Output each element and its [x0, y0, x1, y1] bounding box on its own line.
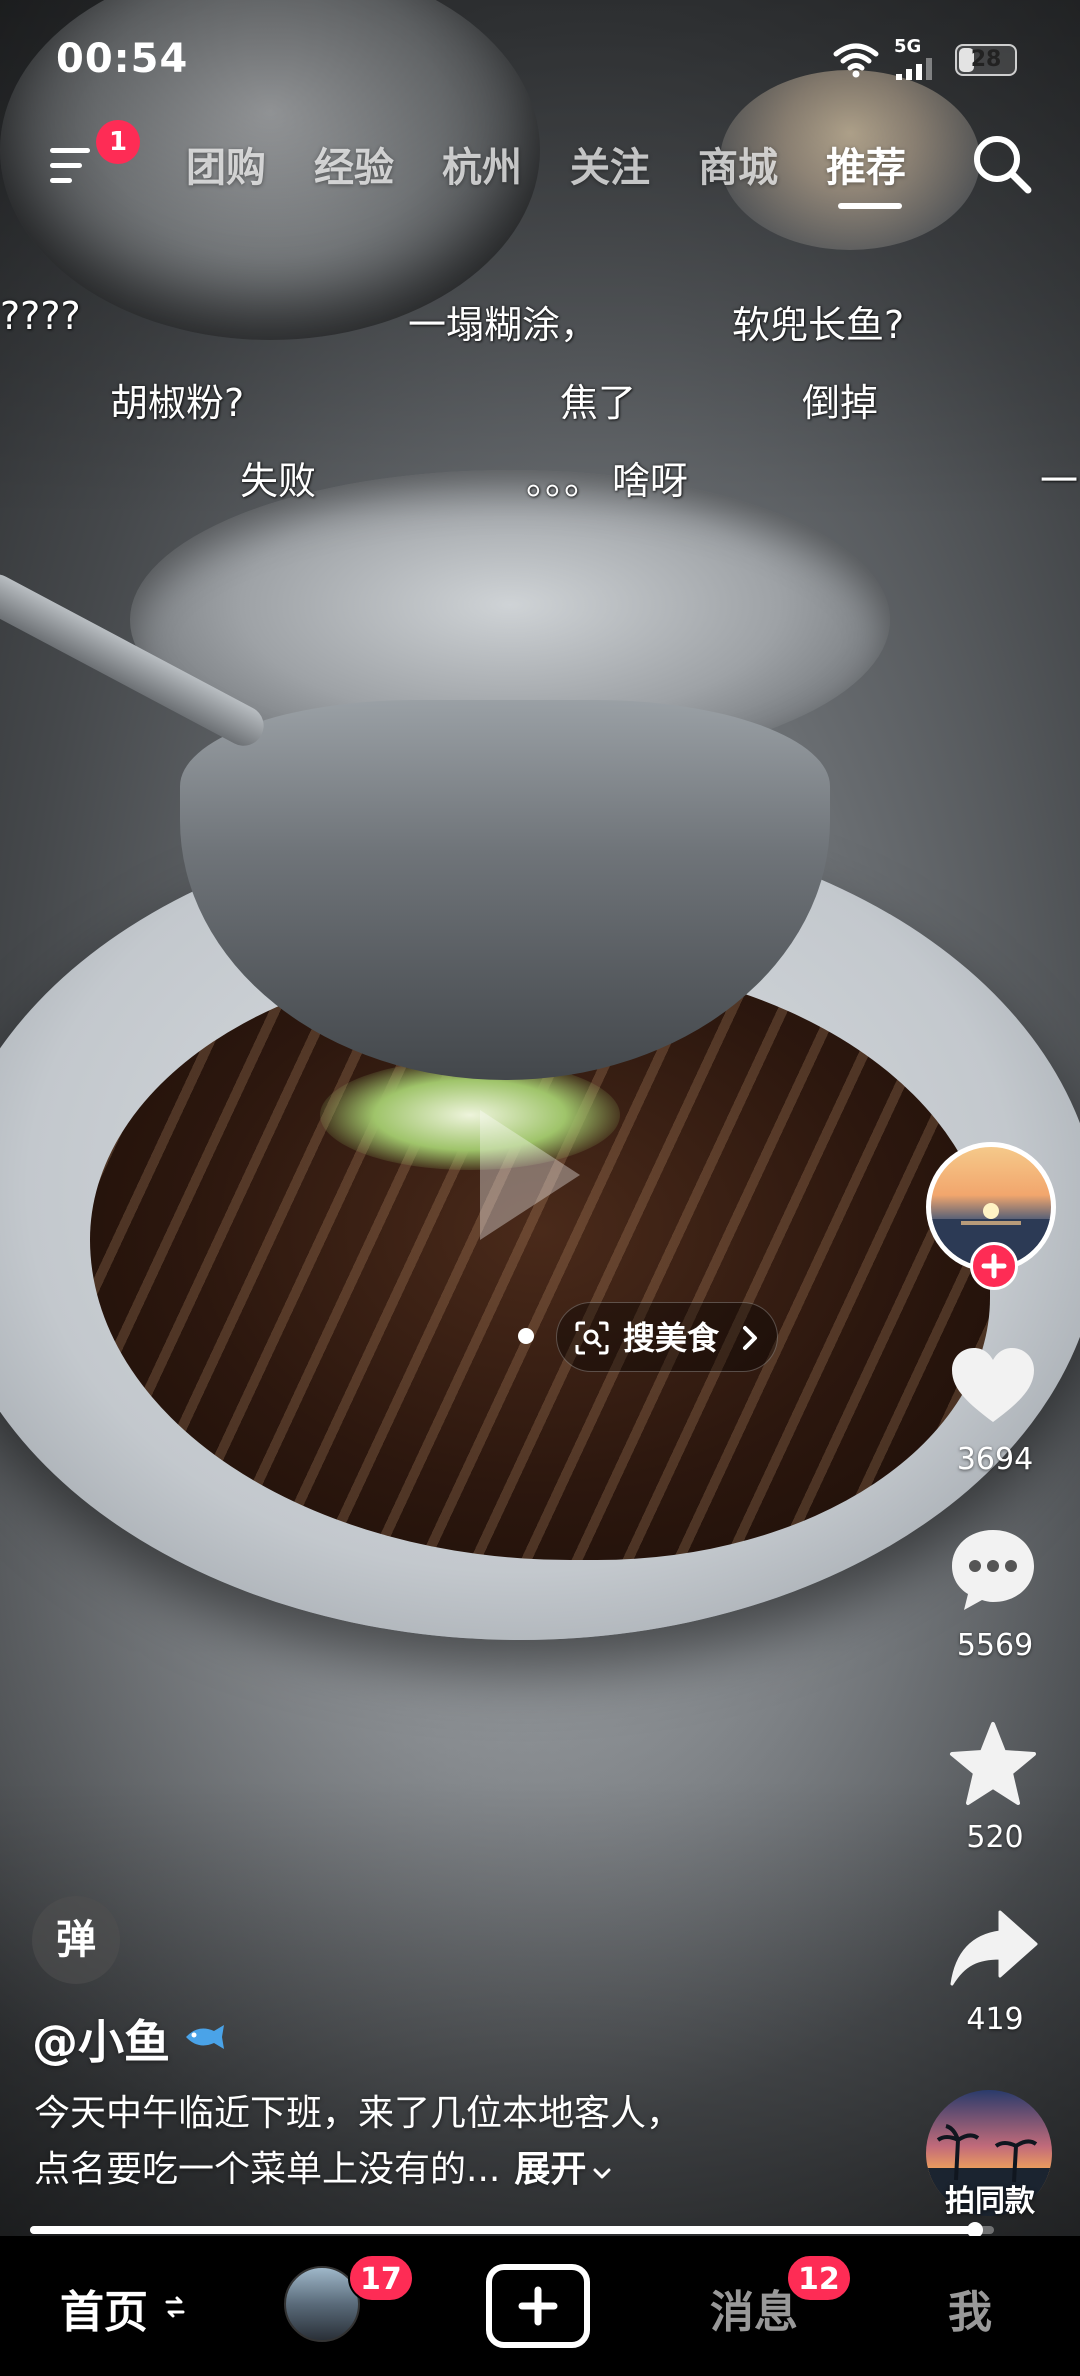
tab-experience[interactable]: 经验: [314, 140, 394, 196]
danmaku-comment: 倒掉: [802, 381, 879, 425]
switch-icon[interactable]: [164, 2294, 186, 2320]
caption-line-2-text: 点名要吃一个菜单上没有的...: [34, 2149, 501, 2190]
danmaku-comment: 胡椒粉?: [110, 381, 245, 425]
video-caption[interactable]: 今天中午临近下班，来了几位本地客人， 点名要吃一个菜单上没有的... 展开: [34, 2086, 834, 2198]
comment-icon[interactable]: [946, 1522, 1040, 1616]
battery-level: 28: [970, 47, 1002, 72]
messages-badge: 12: [786, 2254, 852, 2302]
play-icon[interactable]: [470, 1100, 590, 1250]
create-button[interactable]: [486, 2264, 590, 2348]
caption-line-1: 今天中午临近下班，来了几位本地客人，: [34, 2093, 683, 2134]
author-row: @小鱼: [32, 2006, 224, 2070]
search-food-label: 搜美食: [623, 1319, 720, 1357]
tab-following[interactable]: 关注: [570, 140, 650, 196]
tab-mall[interactable]: 商城: [698, 140, 778, 196]
tab-recommended[interactable]: 推荐: [826, 140, 906, 196]
chevron-right-icon: [743, 1326, 757, 1350]
danmaku-comment: 一: [1040, 459, 1079, 503]
danmaku-comment: 失败: [240, 459, 317, 503]
search-button[interactable]: [968, 130, 1038, 200]
pill-dot: [518, 1328, 534, 1344]
share-icon[interactable]: [946, 1902, 1040, 1996]
wifi-icon: [833, 43, 879, 78]
video-progress-fill: [30, 2226, 975, 2234]
danmaku-toggle-button[interactable]: 弹: [32, 1896, 120, 1984]
heart-icon[interactable]: [946, 1340, 1040, 1434]
active-tab-indicator: [838, 203, 902, 209]
status-time: 00:54: [56, 36, 189, 82]
search-food-pill[interactable]: 搜美食: [556, 1302, 778, 1372]
battery-indicator: 28: [955, 44, 1017, 76]
danmaku-comment: 一塌糊涂，: [408, 303, 599, 347]
friends-badge: 17: [348, 2254, 414, 2302]
right-action-rail: 3694 5569 520 419 拍同款: [920, 1130, 1070, 2230]
danmaku-comment: 软兜长鱼?: [732, 303, 905, 347]
scan-icon: [575, 1321, 609, 1355]
caption-line-2: 点名要吃一个菜单上没有的... 展开: [34, 2142, 834, 2198]
chevron-down-icon: [593, 2168, 611, 2179]
expand-button[interactable]: 展开: [514, 2149, 586, 2190]
share-count: 419: [966, 2002, 1024, 2037]
network-type: 5G: [894, 36, 922, 57]
plus-icon: [981, 1253, 1007, 1279]
danmaku-comment: 焦了: [560, 381, 637, 425]
search-icon: [974, 136, 1032, 194]
tab-group-buy[interactable]: 团购: [186, 140, 266, 196]
follow-button[interactable]: [970, 1242, 1018, 1290]
signal-icon: [896, 58, 932, 80]
star-icon[interactable]: [946, 1718, 1040, 1812]
danmaku-comment: 啥呀: [612, 459, 689, 503]
comment-count: 5569: [956, 1628, 1034, 1663]
remix-label[interactable]: 拍同款: [920, 2176, 1060, 2220]
fish-emoji-icon: [186, 2025, 224, 2049]
danmaku-comment: ????: [0, 294, 81, 338]
tab-messages[interactable]: 消息: [710, 2276, 798, 2340]
status-bar: 00:54 5G 28: [0, 0, 1080, 110]
tab-hangzhou[interactable]: 杭州: [442, 140, 522, 196]
tab-me[interactable]: 我: [948, 2276, 992, 2340]
tab-home[interactable]: 首页: [60, 2276, 148, 2340]
menu-notification-badge: 1: [96, 120, 140, 164]
top-nav: 1 团购 经验 杭州 关注 商城 推荐: [0, 120, 1080, 210]
favorite-count: 520: [966, 1820, 1024, 1855]
author-name[interactable]: @小鱼: [32, 2015, 170, 2069]
video-progress-bar[interactable]: [30, 2222, 994, 2238]
danmaku-comment: 。。。: [526, 459, 603, 503]
like-count: 3694: [956, 1442, 1034, 1477]
plus-icon: [518, 2286, 558, 2326]
bottom-tab-bar: 首页 17 消息 12 我: [0, 2236, 1080, 2376]
